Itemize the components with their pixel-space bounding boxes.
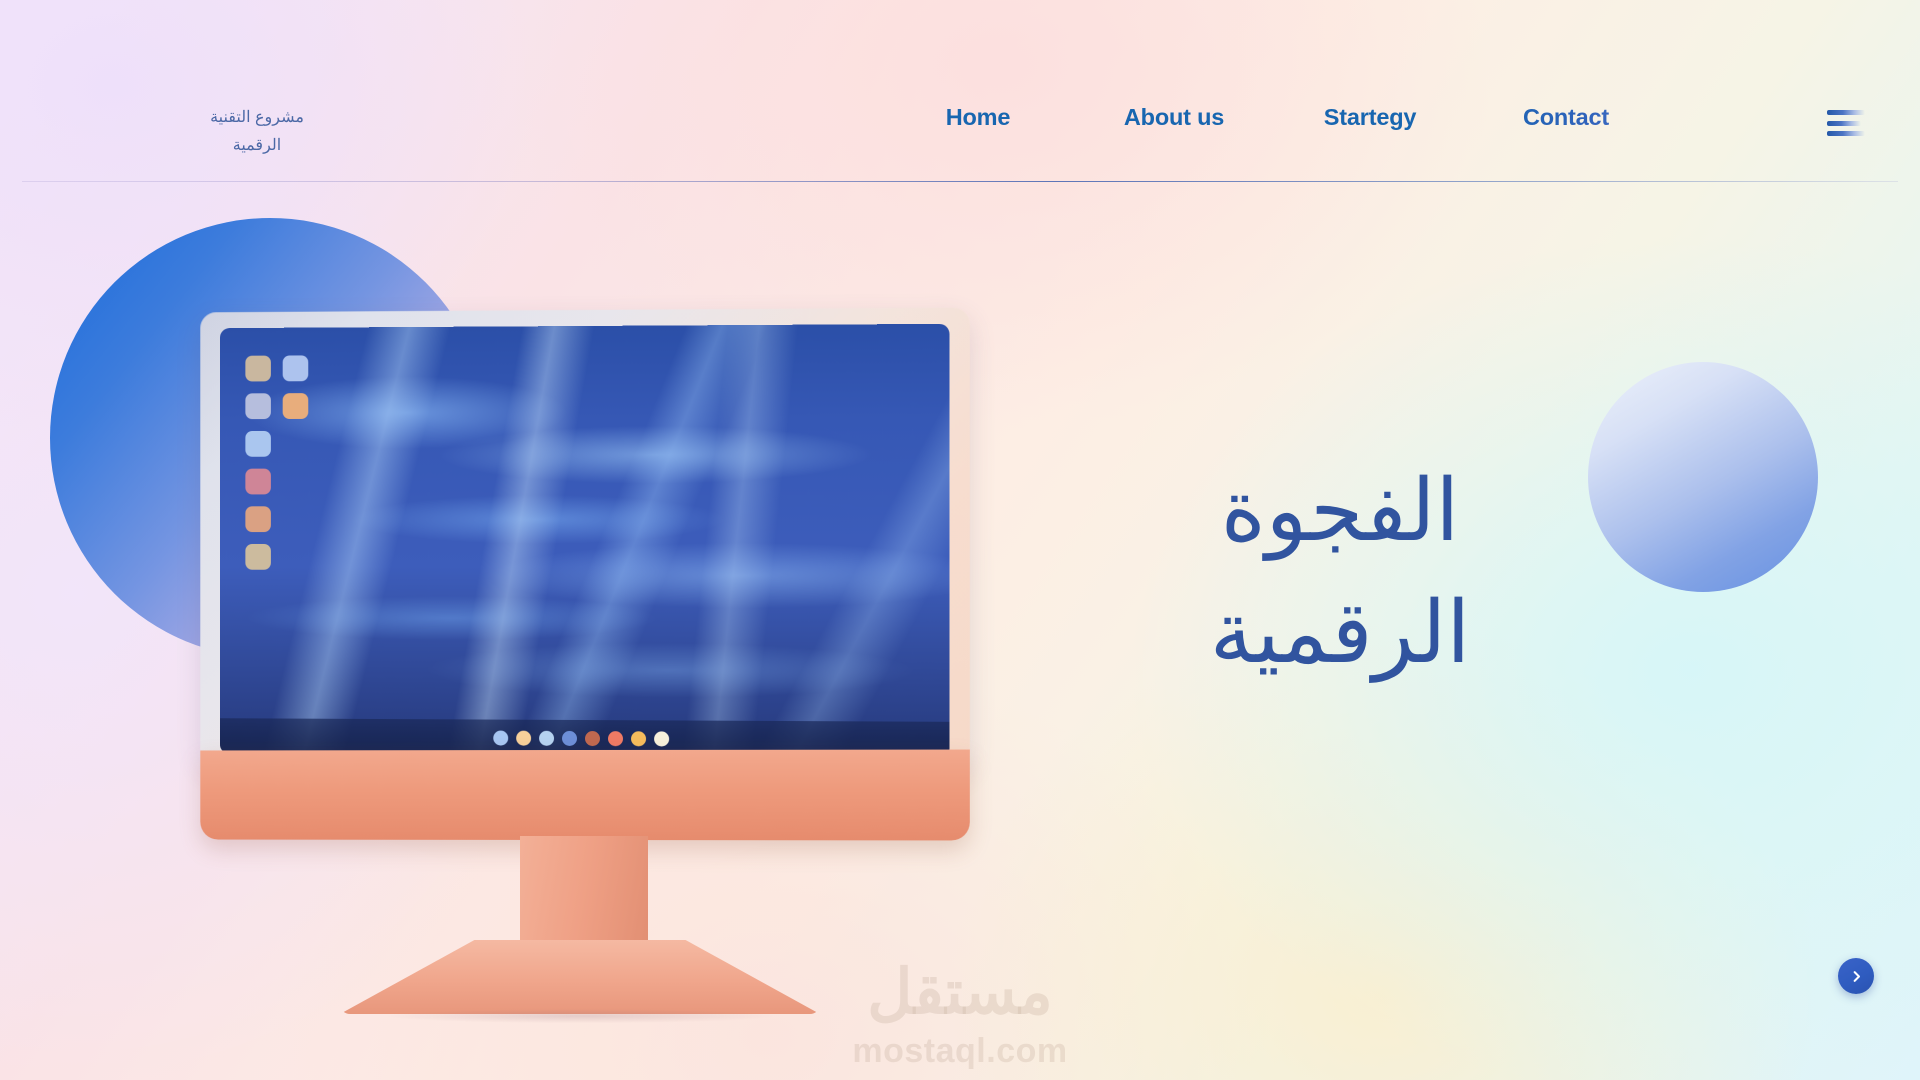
header-divider — [22, 181, 1898, 183]
desktop-icon-row — [245, 393, 332, 420]
hero-headline: الفجوة الرقمية — [975, 450, 1705, 694]
desktop-icon-row — [245, 506, 332, 533]
imac-illustration — [160, 300, 970, 1026]
dock-dot[interactable] — [631, 730, 647, 746]
dock-dot[interactable] — [516, 730, 532, 746]
desktop-icon[interactable] — [282, 393, 309, 420]
desktop-icon[interactable] — [282, 355, 309, 382]
desktop-icon-row — [245, 543, 332, 570]
nav-item-startegy[interactable]: Startegy — [1272, 104, 1468, 131]
nav-item-about-us[interactable]: About us — [1076, 104, 1272, 131]
hamburger-bar-2 — [1827, 120, 1861, 126]
dock-dot[interactable] — [493, 730, 509, 746]
headline-line-2: الرقمية — [1209, 585, 1471, 682]
desktop-icon[interactable] — [245, 393, 271, 420]
dock-dot[interactable] — [539, 730, 555, 746]
nav-item-home[interactable]: Home — [880, 104, 1076, 131]
desktop-icon[interactable] — [245, 543, 271, 570]
desktop-icon-row — [245, 468, 332, 495]
monitor-shadow — [310, 1006, 850, 1026]
logo-line-1: مشروع التقنية — [210, 109, 304, 126]
nav-item-contact[interactable]: Contact — [1468, 104, 1664, 131]
monitor-screen — [219, 323, 950, 759]
hamburger-bar-1 — [1827, 110, 1865, 115]
chevron-right-icon — [1853, 970, 1860, 982]
desktop-icon[interactable] — [245, 430, 271, 457]
headline-line-1: الفجوة — [1220, 463, 1460, 559]
hamburger-icon[interactable] — [1827, 110, 1865, 136]
logo-line-2: الرقمية — [232, 136, 282, 154]
site-header: مشروع التقنية الرقمية Home About us Star… — [0, 0, 1920, 183]
watermark-latin: mostaql.com — [852, 1032, 1068, 1070]
landing-page: مشروع التقنية الرقمية Home About us Star… — [0, 0, 1920, 1080]
dock-dot[interactable] — [608, 730, 624, 746]
dock-dot[interactable] — [654, 730, 670, 746]
hamburger-bar-3 — [1827, 131, 1865, 136]
site-logo[interactable]: مشروع التقنية الرقمية — [152, 104, 362, 159]
desktop-icon-row — [245, 355, 332, 382]
monitor-stand — [340, 940, 820, 1014]
monitor-neck — [520, 836, 648, 946]
desktop-icon[interactable] — [245, 506, 271, 533]
dock-dot[interactable] — [584, 730, 600, 746]
desktop-icon-row — [245, 430, 332, 457]
monitor-chin — [200, 749, 970, 841]
desktop-icon[interactable] — [245, 468, 271, 495]
next-slide-button[interactable] — [1838, 958, 1874, 994]
desktop-icon[interactable] — [245, 355, 271, 382]
dock-dot[interactable] — [562, 730, 578, 746]
main-navigation: Home About us Startegy Contact — [880, 104, 1664, 131]
desktop-icon-grid — [245, 355, 332, 581]
